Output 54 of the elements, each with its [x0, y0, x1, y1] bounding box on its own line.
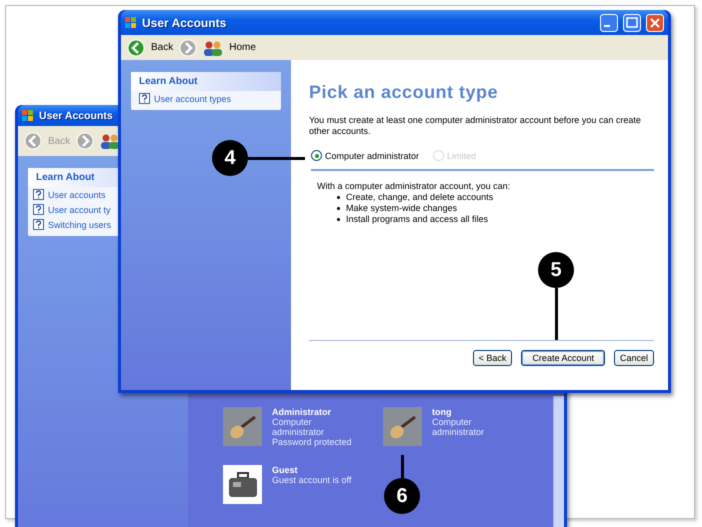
- account-tile[interactable]: tong Computer administrator: [383, 407, 523, 447]
- dialog-button[interactable]: < Back: [472, 350, 512, 366]
- minimize-icon[interactable]: [600, 14, 618, 32]
- windows-logo-icon: [22, 110, 34, 122]
- list-item: Create, change, and delete accounts: [346, 192, 494, 203]
- suitcase-picture: [223, 465, 262, 504]
- close-icon[interactable]: [646, 14, 664, 32]
- help-link[interactable]: User accounts: [28, 187, 111, 202]
- bullet-icon: [337, 218, 340, 221]
- leader-line: [401, 455, 404, 478]
- account-tile[interactable]: Guest Guest account is off: [223, 465, 383, 504]
- dialog-button[interactable]: Create Account: [521, 350, 605, 366]
- help-icon: [139, 93, 150, 104]
- leader-line: [555, 288, 558, 340]
- window-title: User Accounts: [39, 110, 113, 122]
- list-item: Install programs and access all files: [346, 214, 488, 225]
- home-label[interactable]: Home: [229, 42, 256, 53]
- bullet-icon: [337, 207, 340, 210]
- panel-heading: Learn About: [131, 72, 281, 91]
- window-title: User Accounts: [142, 16, 226, 30]
- help-link[interactable]: User account ty: [28, 202, 116, 217]
- help-icon: [33, 219, 44, 230]
- list-item: Make system-wide changes: [346, 203, 458, 214]
- bullet-icon: [337, 196, 340, 199]
- summary-text: With a computer administrator account, you can:: [317, 181, 512, 191]
- help-link[interactable]: Switching users: [28, 217, 116, 232]
- back-label[interactable]: Back: [151, 42, 174, 53]
- maximize-icon[interactable]: [623, 14, 641, 32]
- guitar-picture: [223, 407, 262, 446]
- page-heading: Pick an account type: [309, 82, 500, 103]
- back-icon[interactable]: [127, 38, 145, 56]
- help-link[interactable]: User account types: [131, 91, 240, 106]
- leader-line: [248, 157, 305, 160]
- account-name: Guest: [272, 465, 299, 475]
- help-icon: [33, 204, 44, 215]
- dialog-button[interactable]: Cancel: [614, 350, 654, 366]
- account-type-radio[interactable]: Computer administrator: [311, 150, 420, 161]
- windows-logo-icon: [125, 16, 137, 28]
- home-icon: [100, 133, 120, 149]
- forward-icon[interactable]: [76, 132, 94, 150]
- guitar-picture: [383, 407, 422, 446]
- back-icon[interactable]: [24, 132, 42, 150]
- account-detail: Computer administrator: [272, 417, 326, 437]
- account-detail: Guest account is off: [272, 475, 352, 485]
- forward-icon[interactable]: [179, 38, 198, 56]
- home-icon: [203, 40, 224, 56]
- account-name: Administrator: [272, 407, 332, 417]
- account-detail: Computer administrator: [432, 417, 486, 437]
- help-icon: [33, 189, 44, 200]
- intro-text: You must create at least one computer administrator account before you can create other accounts.: [309, 115, 642, 137]
- radio-button[interactable]: [311, 150, 322, 161]
- account-name: tong: [432, 407, 452, 417]
- account-tile[interactable]: Administrator Computer administrator Password protected: [223, 407, 383, 447]
- account-detail: Password protected: [272, 437, 353, 447]
